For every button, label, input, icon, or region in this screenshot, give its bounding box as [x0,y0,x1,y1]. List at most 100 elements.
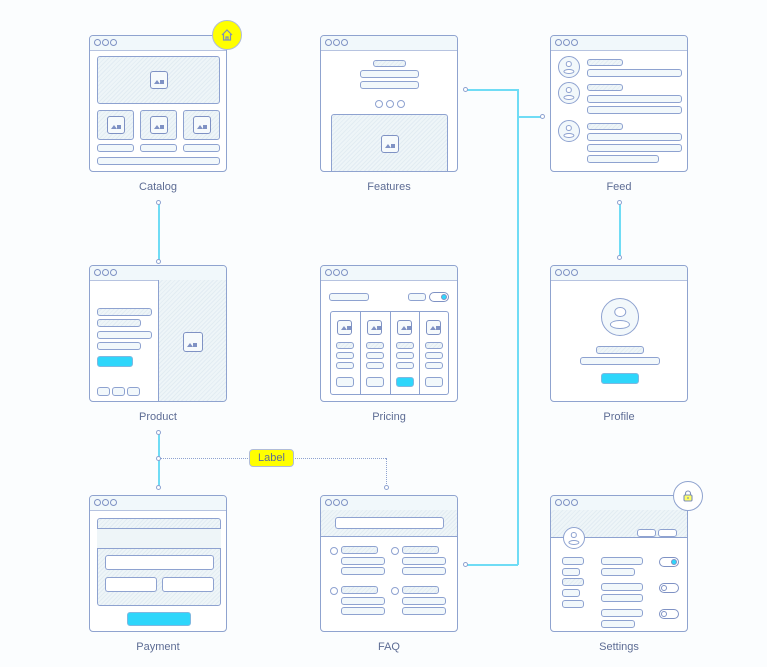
carousel-dot[interactable] [397,100,405,108]
search-header [321,510,457,537]
carousel-dot[interactable] [386,100,394,108]
faq-question[interactable] [402,586,439,594]
screen-label: Features [367,181,411,193]
connector-node [463,87,468,92]
pricing-table [330,311,449,395]
billing-toggle[interactable] [429,292,449,302]
window-controls [555,39,578,46]
cvc-input[interactable] [162,577,214,592]
carousel-dot[interactable] [375,100,383,108]
window-titlebar [90,36,226,51]
screen-feed[interactable] [550,35,688,172]
screen-faq[interactable] [320,495,458,632]
connector-node [463,562,468,567]
pay-button[interactable] [127,612,191,626]
screen-label: Payment [136,641,180,653]
faq-question[interactable] [341,586,378,594]
window-controls [94,269,117,276]
window-controls [325,499,348,506]
screen-profile[interactable] [550,265,688,402]
avatar [558,56,580,78]
faq-expand-toggle[interactable] [330,547,338,555]
plan-feature [424,352,443,359]
setting-toggle[interactable] [659,583,679,593]
text-line [587,106,682,114]
home-badge[interactable] [212,20,242,50]
settings-nav-item[interactable] [562,600,584,608]
heading-placeholder [373,60,406,67]
select-plan-button[interactable] [366,377,385,387]
faq-expand-toggle[interactable] [391,587,399,595]
screen-catalog[interactable] [89,35,227,172]
faq-answer-line [341,567,385,575]
settings-nav-item-active[interactable] [562,578,584,586]
text-line [587,144,682,152]
settings-nav-item[interactable] [562,557,584,565]
image-icon [337,320,352,335]
product-card [97,110,134,140]
screen-features[interactable] [320,35,458,172]
text-line [140,144,177,152]
expiry-input[interactable] [105,577,157,592]
screen-product[interactable] [89,265,227,402]
text-line [183,144,220,152]
plan-feature [424,362,443,369]
image-icon [425,320,441,335]
plan-name [424,342,443,349]
select-plan-button-highlighted[interactable] [395,377,414,387]
image-icon [381,135,399,153]
text-line [601,609,643,617]
screen-label: Profile [603,411,635,423]
thumbnail[interactable] [112,387,125,396]
lock-badge[interactable] [673,481,703,511]
buy-button[interactable] [97,356,133,367]
connector-trunk [517,89,519,565]
avatar [558,82,580,104]
card-number-input[interactable] [105,555,214,570]
setting-toggle[interactable] [659,609,679,619]
faq-question[interactable] [341,546,378,554]
text-line [601,557,643,565]
setting-toggle[interactable] [659,557,679,567]
settings-nav-item[interactable] [562,568,580,576]
faq-expand-toggle[interactable] [391,547,399,555]
hero-image-placeholder [97,56,220,104]
search-input[interactable] [335,517,444,529]
select-plan-button[interactable] [424,377,443,387]
faq-answer-line [402,557,446,565]
thumbnail[interactable] [97,387,110,396]
profile-action-button[interactable] [601,373,639,384]
window-titlebar [321,36,457,51]
screen-settings[interactable] [550,495,688,632]
plan-name [395,342,414,349]
image-icon [396,320,412,335]
faq-question[interactable] [402,546,439,554]
connector-features-feed [467,89,517,91]
screen-pricing[interactable] [320,265,458,402]
window-controls [555,269,578,276]
select-plan-button[interactable] [336,377,354,387]
connector-feed-profile [619,203,621,258]
screen-payment[interactable] [89,495,227,632]
connector-label[interactable]: Label [249,449,294,467]
plan-feature [336,352,354,359]
text-line [360,81,419,89]
pricing-plan-column [360,312,389,394]
faq-answer-line [402,607,446,615]
text-line [97,157,220,165]
faq-answer-line [402,567,446,575]
username-placeholder [587,123,623,130]
settings-nav-item[interactable] [562,589,580,597]
lock-icon [683,490,693,502]
header-button[interactable] [658,529,677,537]
connector-node [617,255,622,260]
window-titlebar [551,266,687,281]
header-button[interactable] [637,529,656,537]
home-icon [221,29,233,41]
product-card [183,110,220,140]
image-icon [150,71,168,89]
plan-feature [366,362,385,369]
faq-expand-toggle[interactable] [330,587,338,595]
thumbnail[interactable] [127,387,140,396]
pricing-plan-column [418,312,448,394]
